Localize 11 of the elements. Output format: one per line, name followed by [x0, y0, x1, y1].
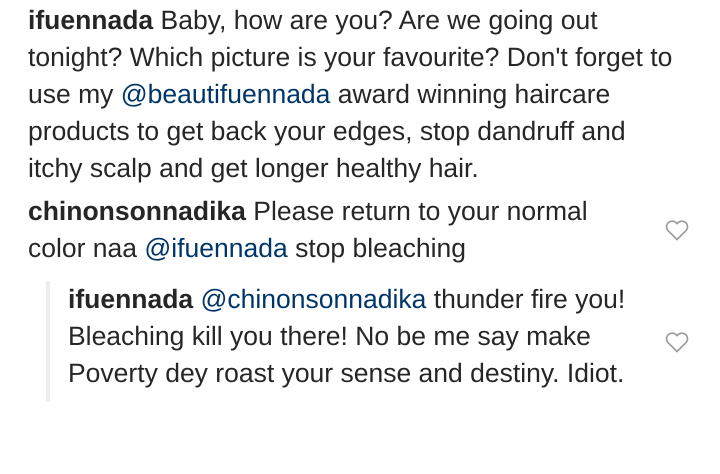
mention-link[interactable]: @beautifuennada — [120, 79, 330, 109]
mention-link[interactable]: @chinonsonnadika — [200, 284, 426, 314]
comment-text: ifuennada @chinonsonnadika thunder fire you! Bleaching kill you there! No be me say make Poverty dey roast your sense and destiny. Idiot. — [68, 283, 626, 390]
heart-icon[interactable] — [665, 219, 689, 241]
comment-text: chinonsonnadika Please return to your normal color naa @ifuennada stop bleaching — [28, 195, 589, 265]
username-link[interactable]: ifuennada — [68, 284, 194, 314]
mention-link[interactable]: @ifuennada — [144, 233, 288, 263]
username-link[interactable]: chinonsonnadika — [28, 196, 246, 226]
comment-text: ifuennada Baby, how are you? Are we going out tonight? Which picture is your favourite? Don't forget to use my @beautifuennada award winning haircare products to get back your edges, stop dandruff and itchy scalp and get longer healthy hair. — [28, 4, 674, 185]
heart-icon[interactable] — [665, 330, 689, 352]
username-link[interactable]: ifuennada — [28, 5, 154, 35]
